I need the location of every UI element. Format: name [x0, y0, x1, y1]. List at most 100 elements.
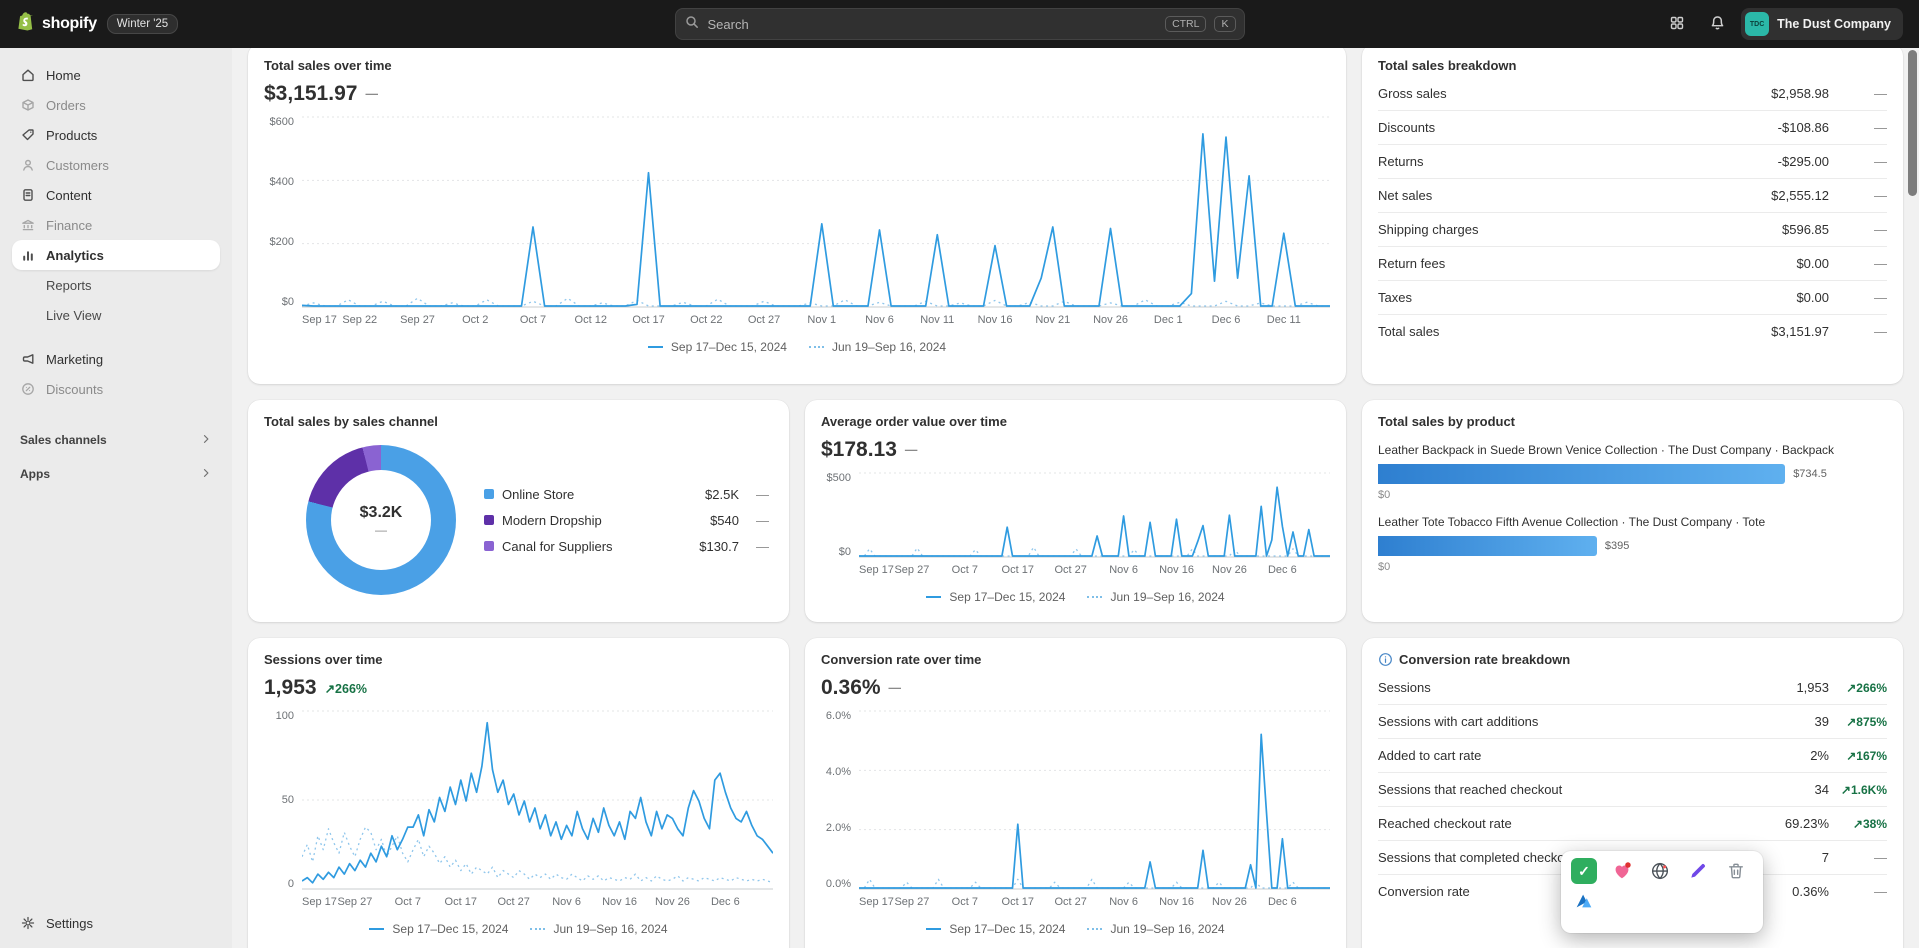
channel-delta: — — [747, 513, 769, 528]
sidebar-item-label: Finance — [46, 218, 92, 233]
x-axis-label: Nov 1 — [807, 314, 836, 326]
notifications-button[interactable] — [1701, 8, 1733, 40]
legend-item[interactable]: Canal for Suppliers $130.7 — — [484, 539, 769, 554]
kbd-ctrl: CTRL — [1165, 16, 1206, 32]
table-row[interactable]: Net sales$2,555.12— — [1378, 179, 1887, 213]
channel-value: $130.7 — [699, 539, 739, 554]
trash-icon[interactable] — [1723, 858, 1749, 884]
heart-icon[interactable] — [1609, 858, 1635, 884]
x-axis-label: Oct 17 — [1002, 564, 1034, 576]
pen-icon[interactable] — [1685, 858, 1711, 884]
x-axis-label: Oct 27 — [1054, 896, 1086, 908]
row-delta: ↗875% — [1829, 715, 1887, 729]
table-row[interactable]: Added to cart rate2%↗167% — [1378, 739, 1887, 773]
sidebar-item-finance[interactable]: Finance — [12, 210, 220, 240]
info-icon[interactable] — [1378, 652, 1393, 667]
table-row[interactable]: Gross sales$2,958.98— — [1378, 77, 1887, 111]
sidebar-item-products[interactable]: Products — [12, 120, 220, 150]
chart-area: 6.0%4.0%2.0%0.0% Sep 17Sep 27Oct 7Oct 17… — [821, 710, 1330, 912]
row-label: Total sales — [1378, 324, 1771, 339]
x-axis-label: Nov 26 — [655, 896, 690, 908]
check-icon[interactable]: ✓ — [1571, 858, 1597, 884]
chart-area: $500$0 Sep 17Sep 27Oct 7Oct 17Oct 27Nov … — [821, 472, 1330, 580]
shopify-logo[interactable]: shopify — [16, 11, 97, 38]
apps-grid-icon — [1669, 15, 1685, 34]
search-input[interactable] — [708, 17, 1158, 32]
table-row[interactable]: Discounts-$108.86— — [1378, 111, 1887, 145]
chart-svg — [859, 472, 1330, 558]
sidebar-item-analytics[interactable]: Analytics — [12, 240, 220, 270]
donut-center-delta: — — [375, 523, 387, 537]
y-axis-label: $0 — [282, 296, 294, 308]
bell-icon — [1709, 14, 1726, 34]
card-title: Total sales breakdown — [1378, 58, 1887, 73]
row-value: -$108.86 — [1778, 120, 1829, 135]
sidebar-item-settings[interactable]: Settings — [12, 908, 220, 938]
table-row[interactable]: Sessions that reached checkout34↗1.6K% — [1378, 773, 1887, 807]
sidebar-item-label: Customers — [46, 158, 109, 173]
row-delta: ↗1.6K% — [1829, 783, 1887, 797]
legend-item[interactable]: Modern Dropship $540 — — [484, 513, 769, 528]
sidebar-item-content[interactable]: Content — [12, 180, 220, 210]
document-icon — [20, 187, 36, 203]
x-axis-label: Oct 17 — [445, 896, 477, 908]
sidebar-item-orders[interactable]: Orders — [12, 90, 220, 120]
y-axis-label: 0 — [288, 878, 294, 890]
metric-delta: — — [889, 681, 902, 695]
table-row[interactable]: Taxes$0.00— — [1378, 281, 1887, 315]
table-row[interactable]: Returns-$295.00— — [1378, 145, 1887, 179]
donut-center-value: $3.2K — [360, 504, 403, 522]
row-label: Return fees — [1378, 256, 1796, 271]
y-axis-label: $200 — [270, 236, 294, 248]
legend-item[interactable]: Online Store $2.5K — — [484, 487, 769, 502]
table-row[interactable]: Shipping charges$596.85— — [1378, 213, 1887, 247]
search-icon — [684, 14, 700, 35]
product-value: $395 — [1605, 540, 1629, 552]
donut-center: $3.2K — — [331, 470, 431, 570]
table-row[interactable]: Return fees$0.00— — [1378, 247, 1887, 281]
x-axis-label: Nov 6 — [865, 314, 894, 326]
bar-chart-icon — [20, 247, 36, 263]
store-name: The Dust Company — [1777, 17, 1891, 31]
sidebar-item-reports[interactable]: Reports — [12, 270, 220, 300]
table-row[interactable]: Total sales$3,151.97— — [1378, 315, 1887, 348]
row-delta: ↗167% — [1829, 749, 1887, 763]
sidebar-item-home[interactable]: Home — [12, 60, 220, 90]
table-row[interactable]: Sessions1,953↗266% — [1378, 671, 1887, 705]
legend-current-label: Sep 17–Dec 15, 2024 — [949, 590, 1065, 604]
product-label: Leather Tote Tobacco Fifth Avenue Collec… — [1378, 515, 1887, 529]
sidebar-section-apps[interactable]: Apps — [12, 460, 220, 488]
sidebar-item-live-view[interactable]: Live View — [12, 300, 220, 330]
x-axis-label: Oct 7 — [952, 896, 978, 908]
previous-period-marker — [1087, 596, 1102, 598]
row-value: $0.00 — [1796, 256, 1829, 271]
vertical-scrollbar[interactable] — [1908, 50, 1917, 196]
x-axis-label: Nov 16 — [1159, 896, 1194, 908]
x-axis-labels: Sep 17Sep 27Oct 7Oct 17Oct 27Nov 6Nov 16… — [859, 894, 1330, 912]
x-axis-label: Sep 17 — [302, 314, 337, 326]
search-bar[interactable]: CTRL K — [675, 8, 1245, 40]
total-sales-line-chart — [302, 116, 1330, 308]
sidebar-item-label: Live View — [46, 308, 101, 323]
table-row[interactable]: Sessions with cart additions39↗875% — [1378, 705, 1887, 739]
row-label: Returns — [1378, 154, 1778, 169]
sales-by-product-card: Total sales by product Leather Backpack … — [1362, 400, 1903, 622]
app-logo-icon[interactable] — [1571, 888, 1597, 914]
sidebar-item-customers[interactable]: Customers — [12, 150, 220, 180]
card-title: Sessions over time — [264, 652, 773, 667]
product-bar[interactable] — [1378, 536, 1597, 556]
store-menu[interactable]: TDC The Dust Company — [1741, 8, 1903, 40]
table-row[interactable]: Reached checkout rate69.23%↗38% — [1378, 807, 1887, 841]
sidebar-item-discounts[interactable]: Discounts — [12, 374, 220, 404]
globe-icon[interactable] — [1647, 858, 1673, 884]
sidebar-section-sales-channels[interactable]: Sales channels — [12, 426, 220, 454]
sidebar-item-marketing[interactable]: Marketing — [12, 344, 220, 374]
donut-legend: Online Store $2.5K — Modern Dropship $54… — [484, 487, 773, 554]
metric-delta: ↗266% — [325, 681, 367, 696]
product-bar[interactable] — [1378, 464, 1785, 484]
card-title: Total sales by sales channel — [264, 414, 773, 429]
chart-legend: Sep 17–Dec 15, 2024 Jun 19–Sep 16, 2024 — [264, 922, 773, 936]
previous-period-marker — [1087, 928, 1102, 930]
winter-25-badge[interactable]: Winter '25 — [107, 14, 178, 34]
apps-grid-button[interactable] — [1661, 8, 1693, 40]
